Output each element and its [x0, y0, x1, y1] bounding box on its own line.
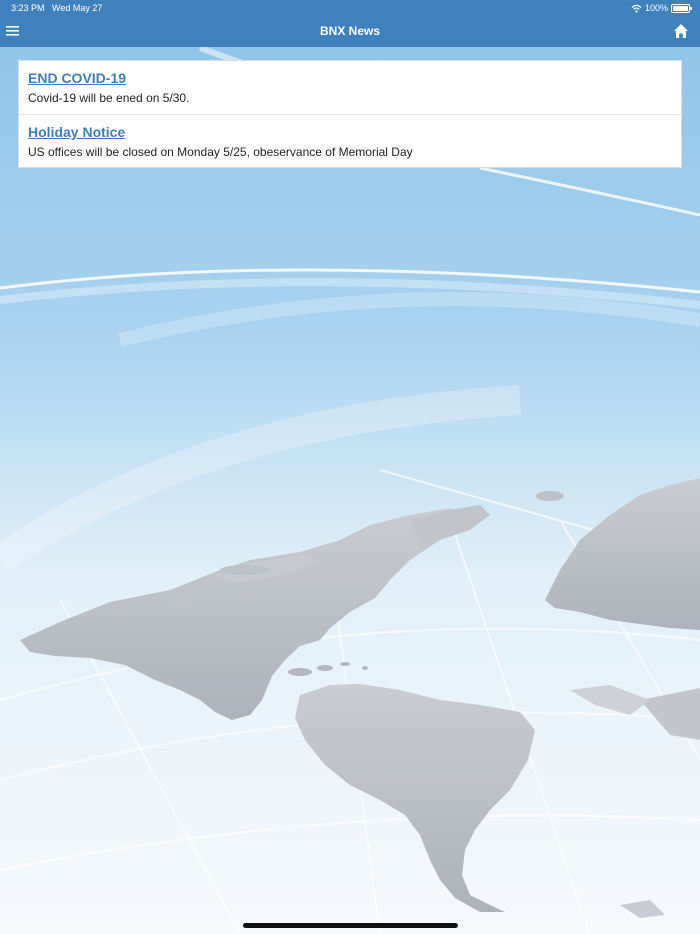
- status-bar: 3:23 PM Wed May 27 100%: [0, 0, 700, 16]
- status-time: 3:23 PM Wed May 27: [11, 3, 102, 13]
- news-item: Holiday Notice US offices will be closed…: [19, 114, 681, 167]
- nav-bar: BNX News: [0, 16, 700, 47]
- battery-icon: [671, 3, 692, 13]
- wifi-icon: [631, 4, 642, 13]
- news-item: END COVID-19 Covid-19 will be ened on 5/…: [19, 61, 681, 114]
- status-right: 100%: [631, 3, 692, 13]
- home-icon[interactable]: [673, 23, 689, 39]
- status-date-text: Wed May 27: [52, 3, 103, 13]
- news-body: Covid-19 will be ened on 5/30.: [28, 91, 190, 105]
- home-indicator[interactable]: [243, 923, 458, 928]
- news-body: US offices will be closed on Monday 5/25…: [28, 145, 413, 159]
- news-title-link[interactable]: Holiday Notice: [28, 124, 125, 141]
- status-time-text: 3:23 PM: [11, 3, 45, 13]
- app-header: 3:23 PM Wed May 27 100% BNX News: [0, 0, 700, 47]
- battery-percent: 100%: [644, 3, 668, 13]
- news-list: END COVID-19 Covid-19 will be ened on 5/…: [18, 60, 682, 168]
- news-title-link[interactable]: END COVID-19: [28, 70, 126, 87]
- page-title: BNX News: [319, 24, 381, 38]
